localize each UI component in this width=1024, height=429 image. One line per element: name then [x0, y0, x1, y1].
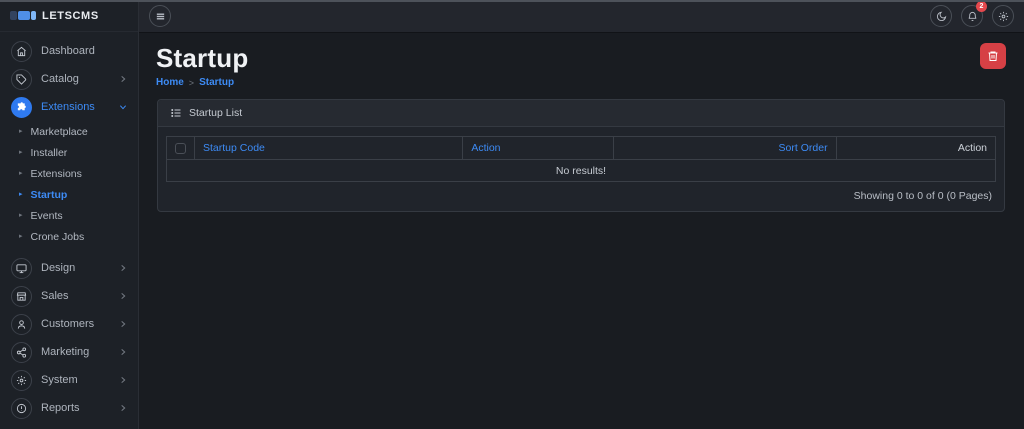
sidebar-nav: Dashboard Catalog Extensions ▸ Marketpla [0, 32, 138, 422]
submenu-item-startup[interactable]: ▸ Startup [0, 184, 138, 205]
sidebar-item-label: System [41, 374, 78, 386]
submenu-item-crone-jobs[interactable]: ▸ Crone Jobs [0, 226, 138, 247]
puzzle-icon [11, 96, 32, 118]
sort-startup-code-link[interactable]: Startup Code [203, 142, 265, 154]
chevron-right-icon [119, 292, 127, 300]
breadcrumb-current-link[interactable]: Startup [199, 77, 234, 88]
sidebar-item-label: Dashboard [41, 45, 95, 57]
gear-icon [998, 11, 1009, 22]
empty-results-row: No results! [166, 159, 996, 182]
caret-icon: ▸ [19, 170, 23, 177]
caret-icon: ▸ [19, 233, 23, 240]
caret-icon: ▸ [19, 128, 23, 135]
caret-icon: ▸ [19, 149, 23, 156]
action-column-header: Action [835, 136, 997, 160]
breadcrumb: Home > Startup [156, 77, 1006, 88]
submenu-item-marketplace[interactable]: ▸ Marketplace [0, 121, 138, 142]
sidebar: LETSCMS Dashboard Catalog Extensions ▸ M… [0, 0, 139, 429]
sidebar-item-marketing[interactable]: Marketing [0, 338, 138, 366]
submenu-item-installer[interactable]: ▸ Installer [0, 142, 138, 163]
brand-logo[interactable]: LETSCMS [0, 0, 138, 32]
menu-toggle-button[interactable] [149, 5, 171, 27]
tag-icon [11, 68, 32, 90]
sidebar-item-system[interactable]: System [0, 366, 138, 394]
notifications-button[interactable]: 2 [961, 1, 987, 27]
delete-button[interactable] [980, 43, 1006, 69]
extensions-submenu: ▸ Marketplace ▸ Installer ▸ Extensions ▸… [0, 121, 138, 247]
sidebar-item-sales[interactable]: Sales [0, 282, 138, 310]
table-header-row: Startup Code Action Sort Order Action [166, 136, 997, 160]
chevron-down-icon [119, 103, 127, 111]
submenu-item-extensions[interactable]: ▸ Extensions [0, 163, 138, 184]
sort-order-link[interactable]: Sort Order [779, 142, 828, 154]
chevron-right-icon [119, 376, 127, 384]
sidebar-item-customers[interactable]: Customers [0, 310, 138, 338]
breadcrumb-home-link[interactable]: Home [156, 77, 184, 88]
caret-icon: ▸ [19, 191, 23, 198]
dark-mode-button[interactable] [930, 5, 952, 27]
moon-icon [936, 11, 947, 22]
chevron-right-icon [119, 404, 127, 412]
sidebar-item-dashboard[interactable]: Dashboard [0, 37, 138, 65]
submenu-item-label: Marketplace [30, 125, 88, 138]
sidebar-item-label: Customers [41, 318, 95, 330]
sidebar-item-catalog[interactable]: Catalog [0, 65, 138, 93]
store-icon [11, 285, 32, 307]
sidebar-item-label: Catalog [41, 73, 79, 85]
list-icon [170, 107, 182, 119]
submenu-item-label: Crone Jobs [30, 230, 85, 243]
chevron-right-icon [119, 264, 127, 272]
pagination-status: Showing 0 to 0 of 0 (0 Pages) [853, 190, 992, 202]
brand-name: LETSCMS [42, 9, 99, 22]
startup-list-panel: Startup List Startup Code Action Sort Or… [157, 99, 1005, 212]
page-title: Startup [156, 43, 249, 73]
submenu-item-label: Startup [30, 188, 68, 201]
startup-table: Startup Code Action Sort Order Action No… [166, 136, 997, 182]
sort-action-link[interactable]: Action [471, 142, 500, 154]
chevron-right-icon [119, 75, 127, 83]
notification-badge: 2 [976, 1, 987, 12]
sidebar-item-label: Extensions [41, 101, 95, 113]
submenu-item-label: Extensions [30, 167, 82, 180]
sidebar-item-label: Marketing [41, 346, 90, 358]
sidebar-item-reports[interactable]: Reports [0, 394, 138, 422]
alert-circle-icon [11, 397, 32, 419]
page-header: Startup Home > Startup [140, 34, 1024, 88]
sidebar-item-extensions[interactable]: Extensions [0, 93, 138, 121]
select-all-checkbox[interactable] [175, 142, 186, 154]
panel-title: Startup List [189, 107, 243, 119]
empty-results-text: No results! [166, 159, 996, 182]
hamburger-icon [155, 11, 166, 22]
home-icon [11, 40, 32, 62]
settings-button[interactable] [992, 5, 1014, 27]
brand-logo-icon [10, 11, 36, 20]
share-icon [11, 341, 32, 363]
gear-icon [11, 369, 32, 391]
sidebar-item-label: Sales [41, 290, 69, 302]
sidebar-item-label: Design [41, 262, 76, 274]
sidebar-item-label: Reports [41, 402, 80, 414]
topbar: 2 [139, 0, 1024, 33]
chevron-right-icon [119, 348, 127, 356]
user-icon [11, 313, 32, 335]
chevron-right-icon [119, 320, 127, 328]
submenu-item-label: Events [30, 209, 63, 222]
sidebar-item-design[interactable]: Design [0, 254, 138, 282]
submenu-item-label: Installer [30, 146, 68, 159]
panel-header: Startup List [158, 100, 1004, 127]
panel-body: Startup Code Action Sort Order Action No… [158, 127, 1004, 182]
caret-icon: ▸ [19, 212, 23, 219]
main-content: Startup Home > Startup Startup List Star… [140, 34, 1024, 429]
trash-icon [987, 50, 999, 62]
submenu-item-events[interactable]: ▸ Events [0, 205, 138, 226]
breadcrumb-separator: > [188, 77, 195, 88]
bell-icon [967, 11, 978, 22]
monitor-icon [11, 257, 32, 279]
